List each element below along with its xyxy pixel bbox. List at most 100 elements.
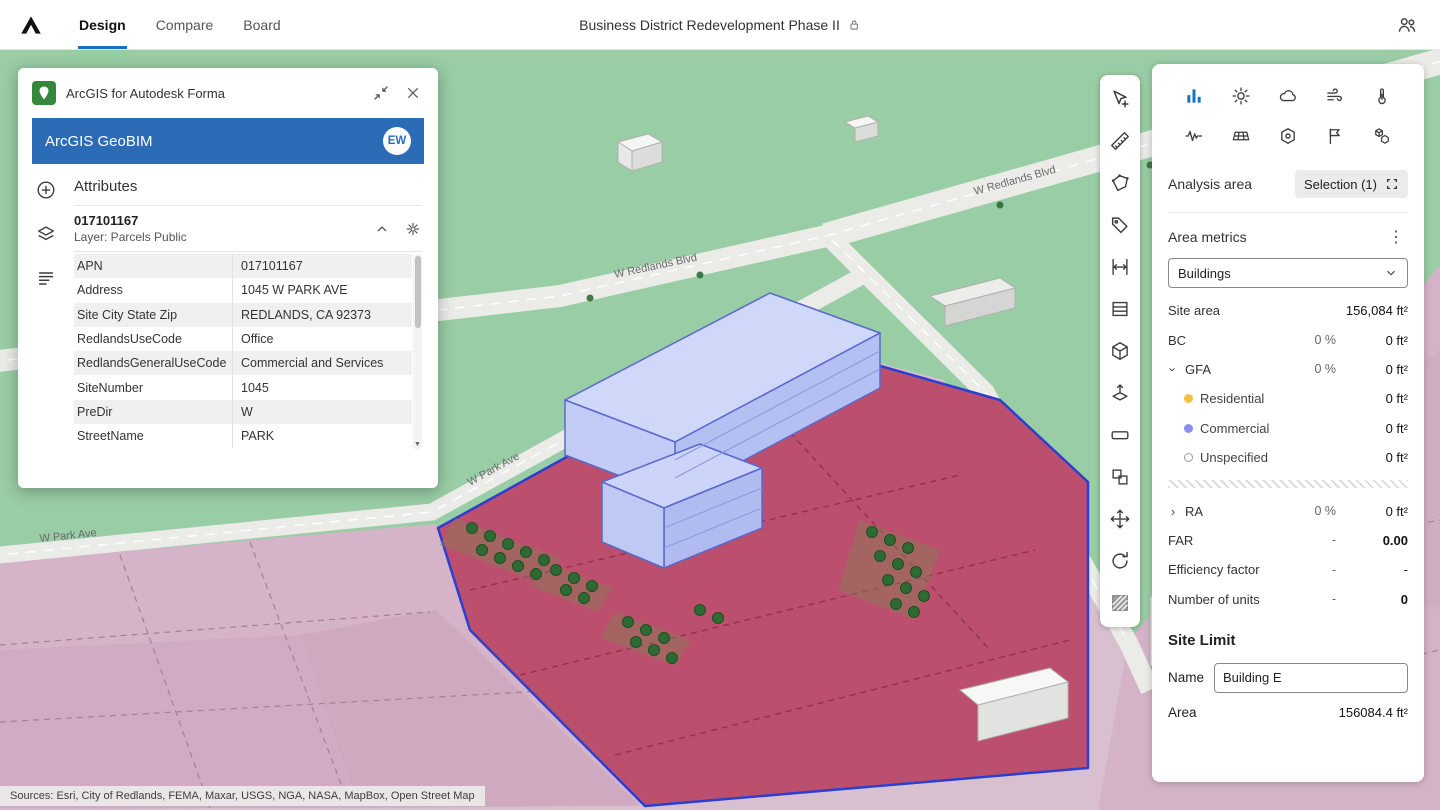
- attributes-table-body: APN017101167Address1045 W PARK AVESite C…: [74, 254, 412, 448]
- metrics-icon[interactable]: [1179, 82, 1209, 110]
- name-label: Name: [1168, 670, 1214, 685]
- attribute-value: 1045 W PARK AVE: [232, 278, 412, 302]
- metric-row-unspecified: Unspecified0 ft²: [1168, 443, 1408, 472]
- name-input[interactable]: [1214, 663, 1408, 693]
- scrollbar[interactable]: ▼: [413, 254, 422, 450]
- metric-value: -: [1336, 562, 1408, 577]
- chevron-right-icon[interactable]: ›: [1168, 505, 1178, 518]
- attribute-key: RedlandsUseCode: [74, 332, 232, 346]
- polygon-select-icon[interactable]: [1107, 170, 1133, 196]
- more-options-icon[interactable]: ⋮: [1384, 227, 1408, 247]
- user-avatar[interactable]: EW: [383, 127, 411, 155]
- attribute-value: 017101167: [232, 254, 412, 278]
- metric-value: 156,084 ft²: [1336, 303, 1408, 318]
- terrain-icon[interactable]: [1107, 590, 1133, 616]
- attribute-row[interactable]: RedlandsGeneralUseCodeCommercial and Ser…: [74, 351, 412, 375]
- scrollbar-thumb[interactable]: [415, 256, 421, 328]
- rotate-icon[interactable]: [1107, 548, 1133, 574]
- analysis-panel: Analysis area Selection (1) Area metrics…: [1152, 64, 1424, 782]
- metric-label: Commercial: [1200, 421, 1269, 436]
- geobim-header: ArcGIS GeoBIM EW: [32, 118, 424, 164]
- attribute-row[interactable]: PreDirW: [74, 400, 412, 424]
- attribute-key: StreetName: [74, 429, 232, 443]
- attribute-row[interactable]: Site City State ZipREDLANDS, CA 92373: [74, 303, 412, 327]
- wind-icon[interactable]: [1320, 82, 1350, 110]
- move-icon[interactable]: [1107, 506, 1133, 532]
- attribute-value: 1045: [232, 375, 412, 399]
- geobim-app-icon: [32, 81, 56, 105]
- tab-board[interactable]: Board: [228, 0, 295, 49]
- cubes-icon[interactable]: [1367, 122, 1397, 150]
- arcgis-panel-title: ArcGIS for Autodesk Forma: [66, 86, 360, 101]
- metric-row-efficiency-factor: Efficiency factor--: [1168, 555, 1408, 584]
- attribute-list-icon[interactable]: [34, 266, 58, 290]
- attribute-key: PreDir: [74, 405, 232, 419]
- collaborators-icon[interactable]: [1396, 14, 1418, 36]
- analysis-tool-grid: [1168, 78, 1408, 164]
- sun-icon[interactable]: [1226, 82, 1256, 110]
- map-attribution: Sources: Esri, City of Redlands, FEMA, M…: [0, 786, 485, 806]
- tag-icon[interactable]: [1107, 212, 1133, 238]
- metric-label: RA: [1185, 504, 1203, 519]
- metric-value: 0.00: [1336, 533, 1408, 548]
- thermometer-icon[interactable]: [1367, 82, 1397, 110]
- flag-icon[interactable]: [1320, 122, 1350, 150]
- noise-icon[interactable]: [1179, 122, 1209, 150]
- analysis-area-label: Analysis area: [1168, 176, 1252, 192]
- attribute-row[interactable]: RedlandsUseCodeOffice: [74, 327, 412, 351]
- lock-icon: [847, 18, 861, 32]
- area-value: 156084.4 ft²: [1222, 705, 1408, 720]
- select-add-icon[interactable]: [1107, 86, 1133, 112]
- close-icon[interactable]: [402, 82, 424, 104]
- chevron-down-icon: [1384, 266, 1398, 280]
- category-dot: [1184, 453, 1193, 462]
- layers-icon[interactable]: [34, 222, 58, 246]
- extrude-icon[interactable]: [1107, 380, 1133, 406]
- divider: [1168, 212, 1408, 213]
- chevron-down-icon[interactable]: ›: [1167, 364, 1180, 374]
- dimension-icon[interactable]: [1107, 254, 1133, 280]
- attributes-table[interactable]: APN017101167Address1045 W PARK AVESite C…: [74, 254, 422, 450]
- project-title-text: Business District Redevelopment Phase II: [579, 17, 840, 33]
- site-limit-heading: Site Limit: [1168, 632, 1408, 649]
- area-label: Area: [1168, 705, 1222, 720]
- metric-label: Residential: [1200, 391, 1264, 406]
- selection-button[interactable]: Selection (1): [1295, 170, 1408, 198]
- hexagon-icon[interactable]: [1273, 122, 1303, 150]
- measure-icon[interactable]: [1107, 128, 1133, 154]
- cube-icon[interactable]: [1107, 338, 1133, 364]
- metric-value: 0 ft²: [1336, 391, 1408, 406]
- category-dropdown-value: Buildings: [1178, 266, 1231, 281]
- chevron-up-icon[interactable]: [374, 221, 390, 237]
- levels-icon[interactable]: [1107, 296, 1133, 322]
- metric-label: Efficiency factor: [1168, 562, 1260, 577]
- arcgis-panel: ArcGIS for Autodesk Forma ArcGIS GeoBIM …: [18, 68, 438, 488]
- metric-value: 0 ft²: [1336, 362, 1408, 377]
- metric-row-site-area: Site area156,084 ft²: [1168, 296, 1408, 325]
- scroll-down-icon[interactable]: ▼: [413, 438, 422, 450]
- attribute-row[interactable]: StreetNamePARK: [74, 424, 412, 448]
- add-layer-icon[interactable]: [34, 178, 58, 202]
- tab-compare[interactable]: Compare: [141, 0, 229, 49]
- map-toolbar: [1100, 75, 1140, 627]
- attribute-row[interactable]: APN017101167: [74, 254, 412, 278]
- metric-value: 0 ft²: [1336, 421, 1408, 436]
- cloud-icon[interactable]: [1273, 82, 1303, 110]
- group-icon[interactable]: [1107, 464, 1133, 490]
- collapse-icon[interactable]: [370, 82, 392, 104]
- feature-layer: Layer: Parcels Public: [74, 230, 374, 244]
- tab-design[interactable]: Design: [64, 0, 141, 49]
- label-icon[interactable]: [1107, 422, 1133, 448]
- metric-row-ra[interactable]: ›RA0 %0 ft²: [1168, 496, 1408, 525]
- category-dropdown[interactable]: Buildings: [1168, 258, 1408, 288]
- metric-percent: -: [1286, 533, 1336, 547]
- attribute-row[interactable]: Address1045 W PARK AVE: [74, 278, 412, 302]
- metric-percent: 0 %: [1286, 504, 1336, 518]
- solar-panel-icon[interactable]: [1226, 122, 1256, 150]
- attribute-value: REDLANDS, CA 92373: [232, 303, 412, 327]
- metric-row-bc: BC0 %0 ft²: [1168, 325, 1408, 354]
- metric-percent: 0 %: [1286, 333, 1336, 347]
- metric-row-gfa[interactable]: ›GFA0 %0 ft²: [1168, 355, 1408, 384]
- zoom-to-icon[interactable]: [404, 220, 422, 238]
- attribute-row[interactable]: SiteNumber1045: [74, 375, 412, 399]
